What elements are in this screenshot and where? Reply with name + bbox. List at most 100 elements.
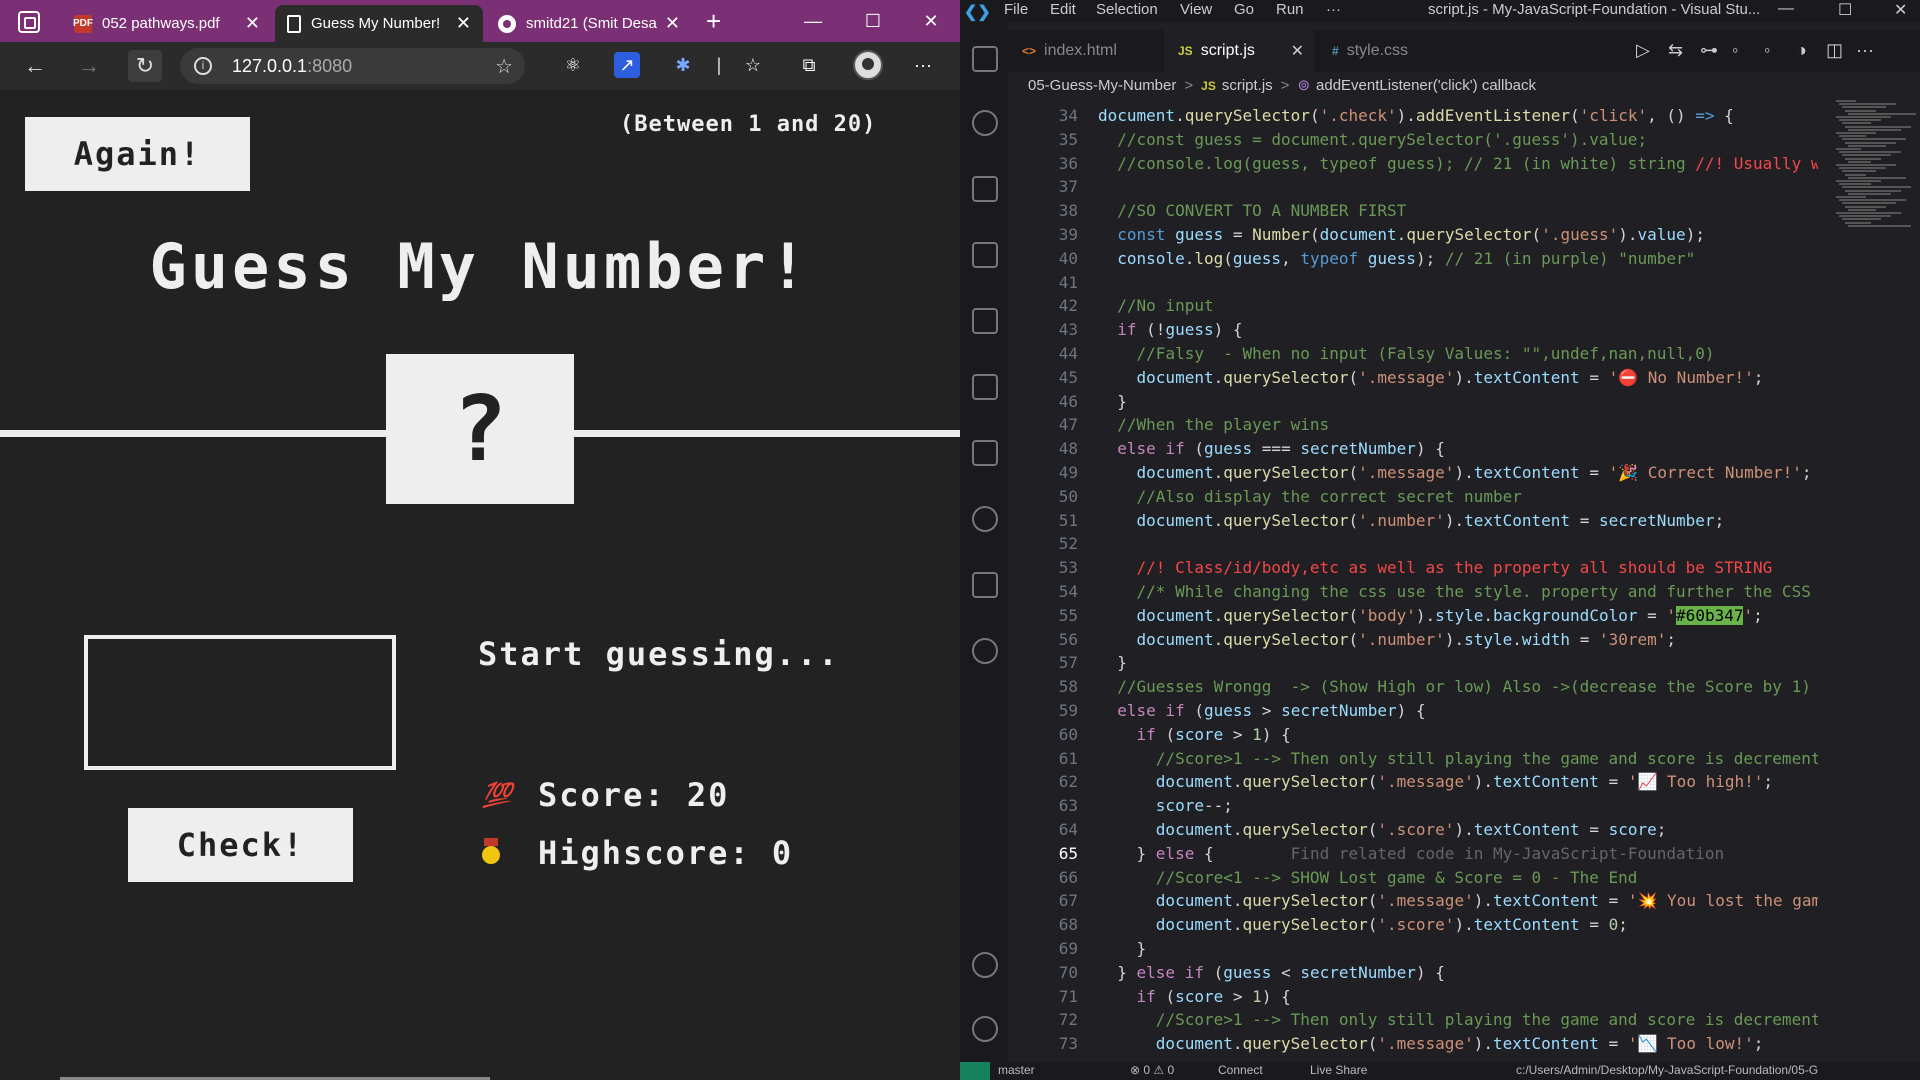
- code-line[interactable]: 65 } else { Find related code in My-Java…: [1008, 842, 1818, 866]
- breadcrumb-folder[interactable]: 05-Guess-My-Number: [1028, 77, 1176, 94]
- tab-guess-my-number[interactable]: Guess My Number! ✕: [275, 5, 483, 42]
- timeline-icon[interactable]: ⊶: [1700, 40, 1718, 61]
- extension-icon[interactable]: ↗: [614, 52, 640, 78]
- close-icon[interactable]: ✕: [665, 13, 680, 34]
- code-line[interactable]: 39 const guess = Number(document.querySe…: [1008, 223, 1818, 247]
- code-line[interactable]: 43 if (!guess) {: [1008, 318, 1818, 342]
- remote-explorer-icon[interactable]: [972, 242, 998, 268]
- compare-icon[interactable]: ⇆: [1668, 40, 1683, 61]
- guess-input[interactable]: [84, 635, 396, 770]
- paw-icon[interactable]: [972, 638, 998, 664]
- new-tab-icon[interactable]: +: [706, 6, 721, 37]
- extension-icon[interactable]: ✱: [670, 52, 696, 78]
- live-share-icon[interactable]: [972, 572, 998, 598]
- code-line[interactable]: 60 if (score > 1) {: [1008, 723, 1818, 747]
- minimize-icon[interactable]: —: [1778, 0, 1794, 18]
- close-icon[interactable]: ✕: [1291, 41, 1304, 61]
- code-line[interactable]: 67 document.querySelector('.message').te…: [1008, 889, 1818, 913]
- code-line[interactable]: 58 //Guesses Wrongg -> (Show High or low…: [1008, 675, 1818, 699]
- code-line[interactable]: 64 document.querySelector('.score').text…: [1008, 818, 1818, 842]
- folder-icon[interactable]: [972, 374, 998, 400]
- code-line[interactable]: 73 document.querySelector('.message').te…: [1008, 1032, 1818, 1056]
- back-icon[interactable]: ←: [18, 50, 52, 82]
- check-button[interactable]: Check!: [128, 808, 353, 882]
- forward-icon[interactable]: →: [72, 50, 106, 82]
- code-line[interactable]: 69 }: [1008, 937, 1818, 961]
- reload-icon[interactable]: ↻: [128, 50, 162, 82]
- favorites-icon[interactable]: ☆: [740, 52, 766, 78]
- code-line[interactable]: 63 score--;: [1008, 794, 1818, 818]
- settings-gear-icon[interactable]: [972, 1016, 998, 1042]
- breadcrumb-symbol[interactable]: addEventListener('click') callback: [1316, 77, 1536, 94]
- tab-index-html[interactable]: <> index.html: [1008, 30, 1160, 72]
- open-preview-icon[interactable]: ◑: [1796, 40, 1807, 61]
- code-line[interactable]: 45 document.querySelector('.message').te…: [1008, 366, 1818, 390]
- code-line[interactable]: 49 document.querySelector('.message').te…: [1008, 461, 1818, 485]
- accounts-icon[interactable]: [972, 952, 998, 978]
- code-line[interactable]: 66 //Score<1 --> SHOW Lost game & Score …: [1008, 866, 1818, 890]
- menu-selection[interactable]: Selection: [1096, 1, 1158, 18]
- profile-avatar[interactable]: [853, 50, 883, 80]
- code-line[interactable]: 36 //console.log(guess, typeof guess); /…: [1008, 152, 1818, 176]
- tab-pdf[interactable]: PDF 052 pathways.pdf ✕: [62, 5, 272, 42]
- info-icon[interactable]: i: [194, 57, 212, 75]
- code-line[interactable]: 41: [1008, 271, 1818, 295]
- connect-indicator[interactable]: Connect: [1218, 1063, 1263, 1077]
- code-line[interactable]: 52: [1008, 532, 1818, 556]
- code-line[interactable]: 70 } else if (guess < secretNumber) {: [1008, 961, 1818, 985]
- code-line[interactable]: 55 document.querySelector('body').style.…: [1008, 604, 1818, 628]
- code-line[interactable]: 71 if (score > 1) {: [1008, 985, 1818, 1009]
- code-line[interactable]: 44 //Falsy - When no input (Falsy Values…: [1008, 342, 1818, 366]
- maximize-icon[interactable]: ☐: [850, 0, 896, 42]
- extensions-icon[interactable]: [972, 308, 998, 334]
- code-line[interactable]: 56 document.querySelector('.number').sty…: [1008, 628, 1818, 652]
- problems-indicator[interactable]: ⊗ 0 ⚠ 0: [1130, 1063, 1174, 1077]
- next-change-icon[interactable]: ◦: [1764, 40, 1770, 61]
- close-window-icon[interactable]: ✕: [1894, 0, 1907, 20]
- menu-view[interactable]: View: [1180, 1, 1212, 18]
- split-editor-icon[interactable]: ◫: [1826, 40, 1843, 61]
- code-line[interactable]: 51 document.querySelector('.number').tex…: [1008, 509, 1818, 533]
- menu-edit[interactable]: Edit: [1050, 1, 1076, 18]
- maximize-icon[interactable]: ☐: [1838, 0, 1852, 20]
- database-icon[interactable]: [972, 440, 998, 466]
- code-line[interactable]: 48 else if (guess === secretNumber) {: [1008, 437, 1818, 461]
- tab-github[interactable]: smitd21 (Smit Desai ✕: [486, 5, 692, 42]
- url-field[interactable]: i 127.0.0.1:8080 ☆: [180, 48, 525, 84]
- run-icon[interactable]: ▷: [1636, 40, 1650, 61]
- again-button[interactable]: Again!: [25, 117, 250, 191]
- code-line[interactable]: 61 //Score>1 --> Then only still playing…: [1008, 747, 1818, 771]
- search-icon[interactable]: [972, 110, 998, 136]
- live-share-indicator[interactable]: Live Share: [1310, 1063, 1367, 1077]
- code-line[interactable]: 42 //No input: [1008, 294, 1818, 318]
- code-line[interactable]: 53 //! Class/id/body,etc as well as the …: [1008, 556, 1818, 580]
- code-line[interactable]: 59 else if (guess > secretNumber) {: [1008, 699, 1818, 723]
- code-line[interactable]: 35 //const guess = document.querySelecto…: [1008, 128, 1818, 152]
- close-icon[interactable]: ✕: [245, 13, 260, 34]
- tab-style-css[interactable]: # style.css: [1318, 30, 1468, 72]
- close-window-icon[interactable]: ✕: [908, 0, 954, 42]
- run-debug-icon[interactable]: [972, 176, 998, 202]
- tab-actions-icon[interactable]: [18, 11, 40, 33]
- add-favorite-icon[interactable]: ☆: [495, 54, 513, 79]
- react-devtools-icon[interactable]: ⚛: [560, 52, 586, 78]
- code-line[interactable]: 40 console.log(guess, typeof guess); // …: [1008, 247, 1818, 271]
- code-line[interactable]: 47 //When the player wins: [1008, 413, 1818, 437]
- collections-icon[interactable]: ⧉: [796, 52, 822, 78]
- code-line[interactable]: 72 //Score>1 --> Then only still playing…: [1008, 1008, 1818, 1032]
- previous-change-icon[interactable]: ◦: [1732, 40, 1738, 61]
- more-icon[interactable]: ···: [910, 52, 936, 78]
- minimap[interactable]: [1832, 100, 1916, 240]
- code-editor[interactable]: 34 document.querySelector('.check').addEv…: [1008, 104, 1818, 1060]
- branch-indicator[interactable]: master: [998, 1063, 1035, 1077]
- code-line[interactable]: 68 document.querySelector('.score').text…: [1008, 913, 1818, 937]
- minimize-icon[interactable]: —: [790, 0, 836, 42]
- code-line[interactable]: 62 document.querySelector('.message').te…: [1008, 770, 1818, 794]
- explorer-icon[interactable]: [972, 46, 998, 72]
- remote-indicator-icon[interactable]: [960, 1062, 990, 1080]
- code-line[interactable]: 57 }: [1008, 651, 1818, 675]
- code-line[interactable]: 50 //Also display the correct secret num…: [1008, 485, 1818, 509]
- menu-go[interactable]: Go: [1234, 1, 1254, 18]
- tab-script-js[interactable]: JS script.js ✕: [1164, 30, 1314, 72]
- close-icon[interactable]: ✕: [456, 13, 471, 34]
